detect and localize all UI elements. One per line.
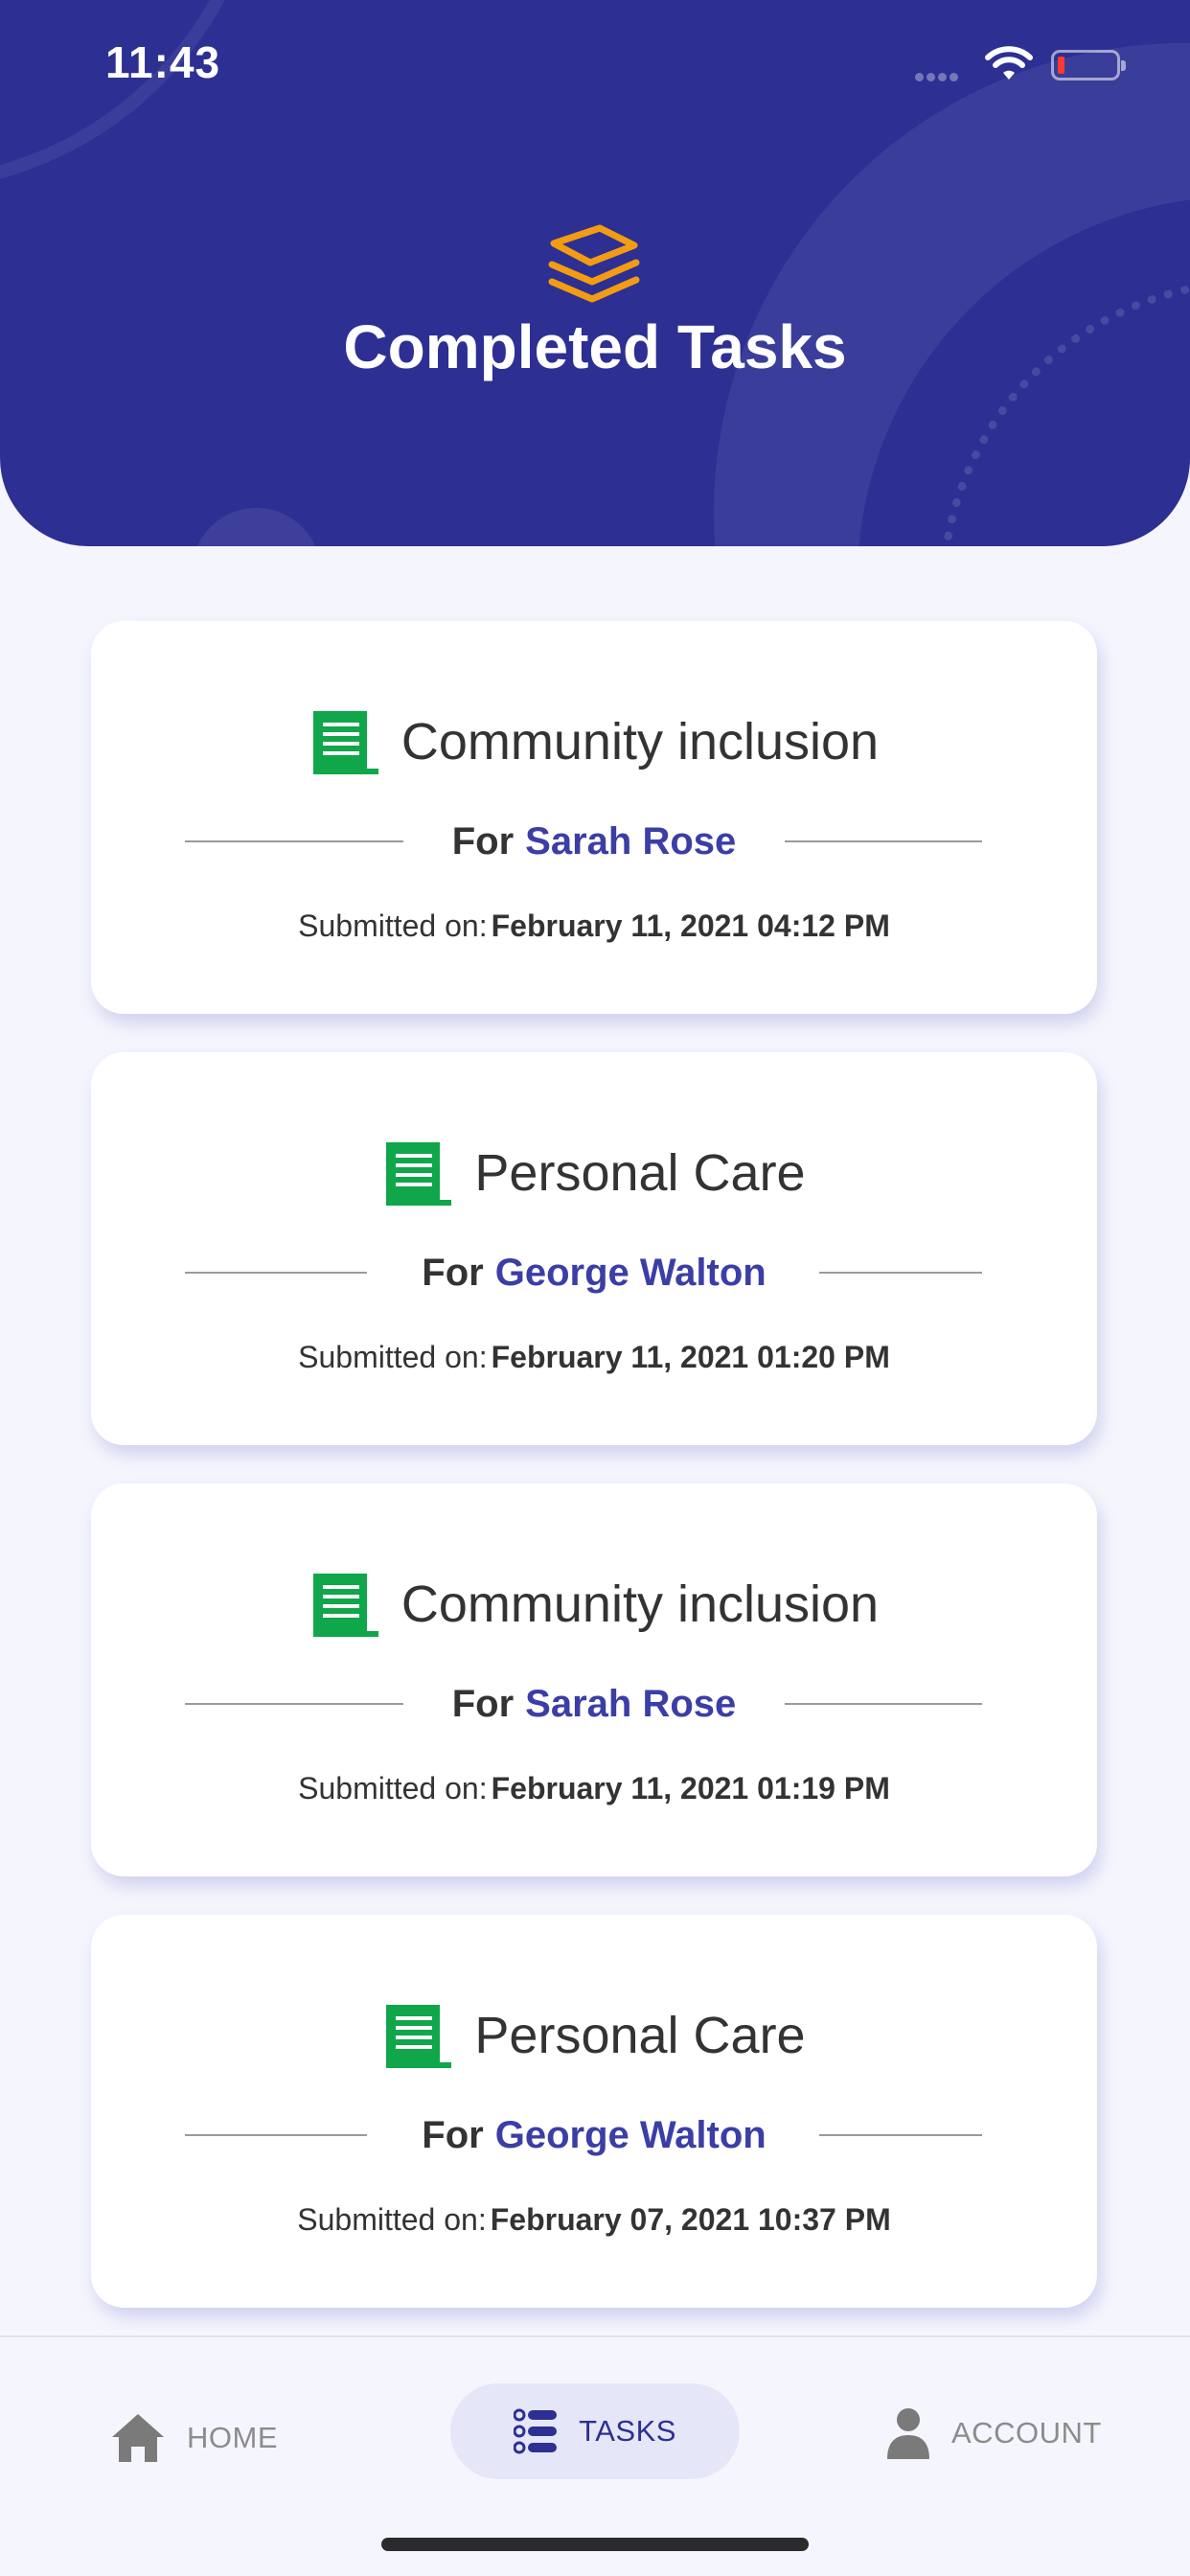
task-card[interactable]: Community inclusion For Sarah Rose Submi… (91, 621, 1097, 1014)
task-title: Personal Care (474, 1144, 806, 1202)
for-label: For (422, 2113, 484, 2156)
submitted-label: Submitted on: (297, 2202, 487, 2237)
status-time: 11:43 (105, 37, 221, 87)
divider-left (185, 1272, 367, 1274)
client-name[interactable]: George Walton (495, 2114, 767, 2157)
list-icon (514, 2408, 558, 2454)
signal-icon (915, 69, 961, 86)
task-card[interactable]: Personal Care For George Walton Submitte… (91, 1915, 1097, 2308)
task-for-row: For George Walton (91, 2111, 1097, 2159)
divider-right (785, 1703, 982, 1705)
person-icon (887, 2408, 929, 2459)
document-icon (312, 1574, 378, 1637)
nav-tasks[interactable]: TASKS (450, 2383, 740, 2479)
submitted-row: Submitted on: February 11, 2021 01:19 PM (91, 1771, 1097, 1806)
task-card[interactable]: Personal Care For George Walton Submitte… (91, 1052, 1097, 1445)
home-indicator[interactable] (381, 2538, 809, 2551)
status-indicators (915, 44, 1126, 82)
submitted-date: February 11, 2021 04:12 PM (491, 908, 890, 943)
client-name[interactable]: George Walton (495, 1252, 767, 1295)
task-for-row: For George Walton (91, 1249, 1097, 1297)
for-label: For (451, 819, 515, 862)
task-title: Community inclusion (400, 713, 880, 770)
decorative-small-circle (192, 508, 321, 546)
submitted-date: February 11, 2021 01:20 PM (491, 1340, 890, 1374)
document-icon (386, 2005, 452, 2068)
decorative-arc (0, 0, 268, 192)
submitted-row: Submitted on: February 11, 2021 04:12 PM (91, 908, 1097, 944)
client-name[interactable]: Sarah Rose (525, 1683, 736, 1726)
nav-account-label: ACCOUNT (951, 2416, 1102, 2450)
divider-left (185, 2134, 367, 2136)
nav-tasks-label: TASKS (579, 2414, 676, 2448)
submitted-row: Submitted on: February 11, 2021 01:20 PM (91, 1340, 1097, 1375)
submitted-label: Submitted on: (298, 908, 488, 943)
nav-account[interactable]: ACCOUNT (886, 2404, 1102, 2462)
nav-home[interactable]: HOME (110, 2409, 278, 2467)
home-icon (112, 2414, 164, 2462)
task-card-header: Personal Care (91, 2001, 1097, 2070)
for-label: For (422, 1251, 484, 1294)
client-name[interactable]: Sarah Rose (525, 820, 736, 863)
task-card[interactable]: Community inclusion For Sarah Rose Submi… (91, 1484, 1097, 1876)
nav-home-label: HOME (187, 2421, 278, 2454)
document-icon (312, 711, 378, 774)
submitted-label: Submitted on: (298, 1771, 488, 1806)
divider-right (819, 2134, 982, 2136)
task-title: Community inclusion (400, 1576, 880, 1633)
wifi-icon (985, 46, 1033, 80)
submitted-date: February 11, 2021 01:19 PM (491, 1771, 890, 1806)
submitted-date: February 07, 2021 10:37 PM (490, 2202, 891, 2237)
page-title: Completed Tasks (343, 312, 847, 381)
header: 11:43 Completed Tasks (0, 0, 1190, 546)
task-card-header: Community inclusion (91, 1570, 1097, 1639)
task-card-header: Personal Care (91, 1138, 1097, 1208)
task-for-row: For Sarah Rose (91, 817, 1097, 865)
task-title: Personal Care (474, 2007, 806, 2064)
for-label: For (451, 1682, 515, 1725)
divider-left (185, 840, 403, 842)
divider-right (785, 840, 982, 842)
layers-icon (548, 224, 640, 303)
submitted-row: Submitted on: February 07, 2021 10:37 PM (91, 2202, 1097, 2238)
submitted-label: Submitted on: (298, 1340, 488, 1374)
divider-left (185, 1703, 403, 1705)
task-for-row: For Sarah Rose (91, 1680, 1097, 1728)
battery-icon (1051, 50, 1126, 80)
task-card-header: Community inclusion (91, 707, 1097, 776)
document-icon (386, 1142, 452, 1206)
divider-right (819, 1272, 982, 1274)
